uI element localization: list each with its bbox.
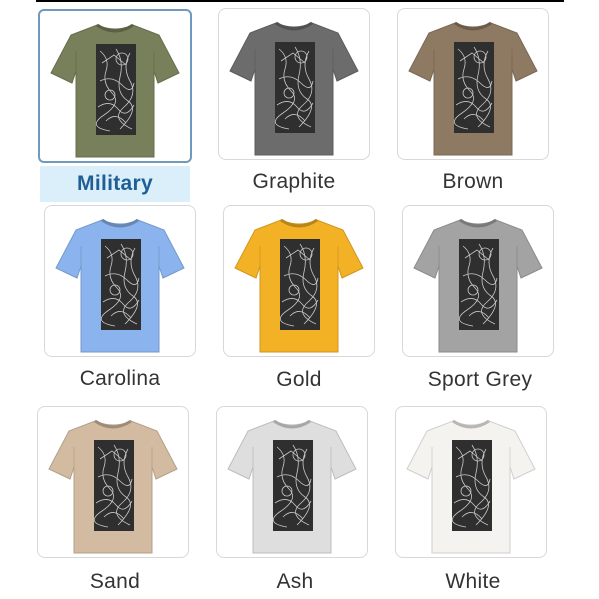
swatch-graphite[interactable] [218,8,370,160]
swatch-card[interactable] [38,9,192,163]
tshirt-image [227,419,357,554]
swatch-card[interactable] [216,406,368,558]
swatch-card[interactable] [395,406,547,558]
swatch-brown[interactable] [397,8,549,160]
swatch-card[interactable] [37,406,189,558]
tshirt-image [48,419,178,554]
swatch-sport-grey[interactable] [402,205,554,357]
tshirt-image [408,21,538,156]
swatch-label-graphite: Graphite [252,170,336,193]
swatch-carolina[interactable] [44,205,196,357]
tshirt-image [50,23,180,158]
swatch-label-carolina: Carolina [79,367,161,390]
swatch-card[interactable] [44,205,196,357]
swatch-gold[interactable] [223,205,375,357]
swatch-label-sport-grey: Sport Grey [427,368,533,391]
swatch-ash[interactable] [216,406,368,558]
swatch-card[interactable] [397,8,549,160]
swatch-label-gold: Gold [276,368,322,391]
swatch-label-white: White [445,570,501,593]
swatch-label-sand: Sand [89,570,141,593]
swatch-card[interactable] [218,8,370,160]
swatch-sand[interactable] [37,406,189,558]
swatch-card[interactable] [402,205,554,357]
swatch-label-military: Military [40,166,190,202]
top-divider [36,0,564,2]
swatch-white[interactable] [395,406,547,558]
swatch-military[interactable] [38,9,192,163]
tshirt-image [234,218,364,353]
swatch-card[interactable] [223,205,375,357]
swatch-label-ash: Ash [276,570,314,593]
tshirt-image [55,218,185,353]
swatch-label-brown: Brown [442,170,504,193]
tshirt-image [406,419,536,554]
tshirt-image [413,218,543,353]
tshirt-image [229,21,359,156]
